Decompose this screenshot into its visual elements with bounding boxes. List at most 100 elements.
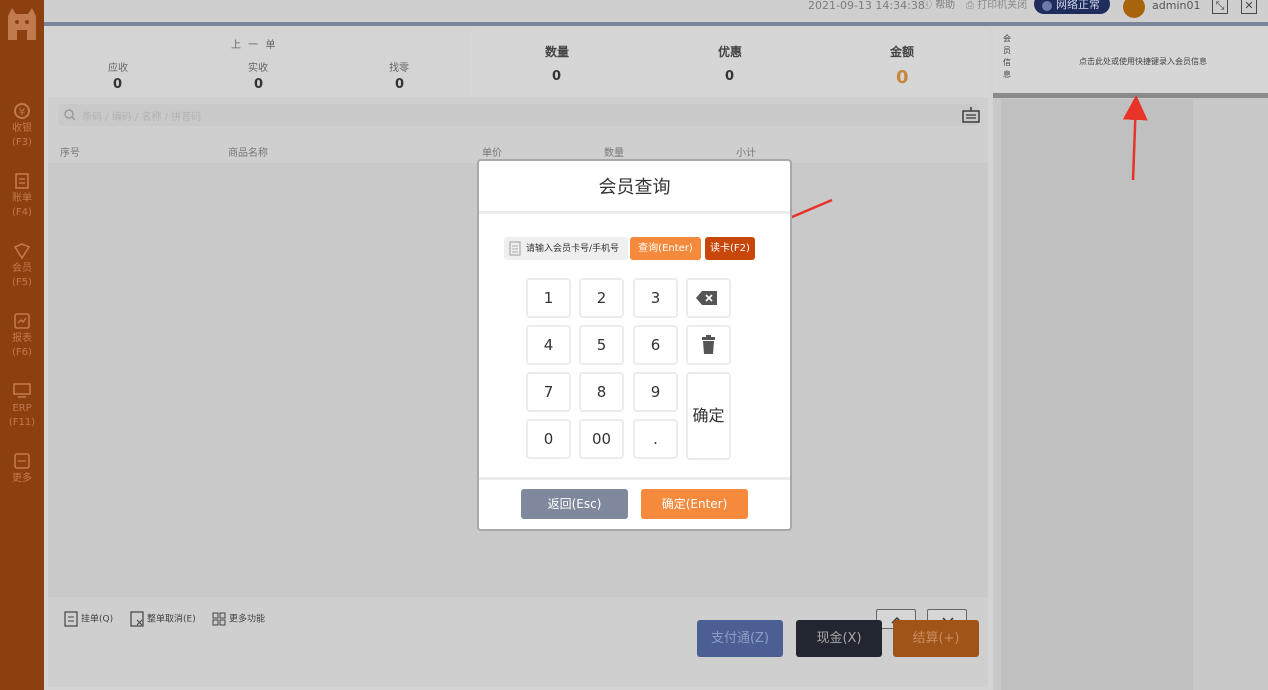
sidebar-item-label: 更多 [12,473,32,484]
cancel-order-button[interactable]: 整单取消(E) [130,611,196,628]
column-header: 商品名称 [228,148,268,159]
discount-label: 优惠 [718,45,743,59]
member-info-tip: 点击此处或使用快捷键录入会员信息 [1079,57,1207,66]
key-9[interactable]: 9 [633,372,678,412]
key-6[interactable]: 6 [633,325,678,365]
quantity-label: 数量 [545,45,570,59]
sidebar-item-label: 账单 [12,193,32,204]
change-value: 0 [395,77,405,92]
key-8[interactable]: 8 [579,372,624,412]
member-divider [993,93,1268,98]
sidebar-item-key: (F3) [12,137,32,148]
member-info-tag: 会员信息 [1003,34,1011,79]
backspace-icon [696,291,717,305]
key-5[interactable]: 5 [579,325,624,365]
sidebar-item-member[interactable]: 会员 (F5) [0,242,44,290]
bill-icon [15,173,29,189]
member-card-input[interactable] [526,237,626,260]
dialog-divider [479,477,790,480]
card-icon [509,241,521,256]
sidebar-item-more[interactable]: 更多 [0,452,44,486]
back-button[interactable]: 返回(Esc) [521,489,628,519]
key-4[interactable]: 4 [526,325,571,365]
read-card-button[interactable]: 读卡(F2) [705,237,755,260]
dialog-divider [479,211,790,214]
sidebar-item-key: (F6) [12,347,32,358]
checkout-button[interactable]: 结算(+) [893,620,979,657]
amount-label: 金额 [890,45,915,59]
close-icon[interactable]: ✕ [1241,0,1257,14]
help-link[interactable]: ⓘ 帮助 [922,0,955,12]
sidebar-item-cashier[interactable]: ¥ 收银 (F3) [0,102,44,150]
username[interactable]: admin01 [1152,0,1200,12]
printer-icon: ⎙ [966,0,974,11]
erp-icon [13,383,31,398]
trash-icon [702,335,715,354]
amount-value: 0 [896,67,909,88]
member-card-field[interactable] [504,237,628,260]
table-header: 序号 商品名称 单价 数量 小计 [48,141,988,161]
top-bar-divider [44,22,1268,26]
cash-button[interactable]: 现金(X) [796,620,882,657]
column-header: 数量 [604,148,624,159]
sidebar-item-label: ERP [12,403,32,414]
sidebar-item-bill[interactable]: 账单 (F4) [0,172,44,220]
printer-label: 打印机关闭 [977,0,1028,11]
key-3[interactable]: 3 [633,278,678,318]
datetime: 2021-09-13 14:34:38 [808,0,925,12]
sidebar-item-label: 收银 [12,123,32,134]
query-button[interactable]: 查询(Enter) [630,237,701,260]
key-2[interactable]: 2 [579,278,624,318]
cancel-order-icon [130,611,144,627]
key-1[interactable]: 1 [526,278,571,318]
totals-block: 数量 0 优惠 0 金额 0 [470,29,988,97]
key-7[interactable]: 7 [526,372,571,412]
key-00[interactable]: 00 [579,419,624,459]
member-icon [13,243,31,260]
sidebar: ¥ 收银 (F3) 账单 (F4) 会员 (F5) 报表 (F6) ERP (F… [0,0,44,690]
member-details-area [1001,99,1193,690]
member-query-dialog: 会员查询 查询(Enter) 读卡(F2) 1 2 3 4 5 6 7 8 9 … [477,159,792,531]
member-info-box[interactable]: 会员信息 点击此处或使用快捷键录入会员信息 [993,29,1268,93]
sidebar-item-label: 会员 [12,263,32,274]
clear-key[interactable] [686,325,731,365]
quantity-value: 0 [552,69,562,84]
key-0[interactable]: 0 [526,419,571,459]
sidebar-item-key: (F5) [12,277,32,288]
order-summary: 上 一 单 应收 0 实收 0 找零 0 数量 0 优惠 0 金额 0 [48,29,988,97]
svg-text:¥: ¥ [19,107,25,118]
keyboard-icon[interactable] [962,107,980,123]
grid-icon [212,612,226,626]
sidebar-item-report[interactable]: 报表 (F6) [0,312,44,360]
prev-order-title: 上 一 单 [231,40,278,51]
key-dot[interactable]: . [633,419,678,459]
hang-order-label: 挂单(Q) [81,614,114,625]
change-label: 找零 [389,63,409,74]
confirm-button[interactable]: 确定(Enter) [641,489,748,519]
sidebar-item-key: (F11) [8,417,36,428]
dialog-title: 会员查询 [598,177,671,198]
received-value: 0 [254,77,264,92]
receivable-label: 应收 [108,63,128,74]
sidebar-item-key: (F4) [12,207,32,218]
column-header: 序号 [60,148,80,159]
printer-status[interactable]: ⎙ 打印机关闭 [966,0,1027,12]
help-label: 帮助 [935,0,956,11]
network-status-badge: 网络正常 [1034,0,1110,14]
hang-order-button[interactable]: 挂单(Q) [64,611,113,628]
more-functions-button[interactable]: 更多功能 [212,611,265,628]
report-icon [14,313,30,329]
receivable-value: 0 [113,77,123,92]
more-functions-label: 更多功能 [229,614,266,625]
column-header: 单价 [482,148,502,159]
search-placeholder: 条码 / 编码 / 名称 / 拼音码 [82,112,202,123]
member-panel: 会员信息 点击此处或使用快捷键录入会员信息 [993,29,1268,690]
alipay-button[interactable]: 支付通(Z) [697,620,783,657]
fullscreen-toggle-icon[interactable]: ⤡ [1212,0,1228,14]
sidebar-item-erp[interactable]: ERP (F11) [0,382,44,430]
cancel-order-label: 整单取消(E) [147,614,196,625]
confirm-key[interactable]: 确定 [686,372,731,460]
product-search[interactable]: 条码 / 编码 / 名称 / 拼音码 [58,104,980,126]
sidebar-item-label: 报表 [12,333,32,344]
backspace-key[interactable] [686,278,731,318]
